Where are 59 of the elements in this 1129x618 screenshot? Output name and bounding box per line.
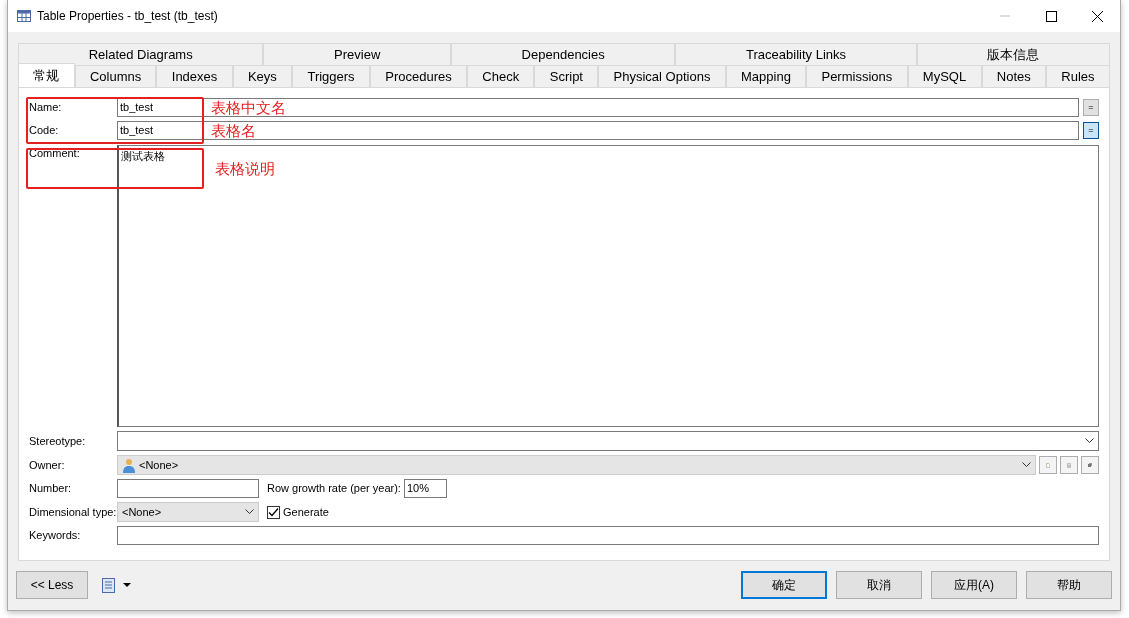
tab[interactable]: Indexes — [156, 65, 233, 87]
tab[interactable]: Triggers — [292, 65, 370, 87]
annotation-text: 表格说明 — [215, 159, 275, 179]
field-label: Name: — [29, 100, 63, 116]
dropdown-arrow-icon[interactable] — [123, 583, 131, 587]
tab[interactable]: Procedures — [369, 65, 467, 87]
close-icon[interactable] — [1091, 10, 1103, 22]
tab[interactable]: Traceability Links — [675, 43, 917, 65]
tab[interactable]: Related Diagrams — [18, 43, 264, 65]
tab[interactable]: Columns — [74, 65, 157, 87]
dialog-button[interactable]: 确定 — [741, 571, 827, 599]
dimensional-type-dropdown[interactable]: <None> — [117, 502, 259, 522]
maximize-icon[interactable] — [1045, 10, 1057, 22]
field-label: Comment: — [29, 146, 81, 161]
dropdown-value: <None> — [122, 504, 162, 520]
tab[interactable]: Script — [534, 65, 599, 87]
table-icon — [17, 10, 31, 22]
tab[interactable]: Notes — [981, 65, 1047, 87]
tab[interactable]: Mapping — [725, 65, 807, 87]
annotation-text: 表格名 — [211, 121, 258, 140]
less-button[interactable]: << Less — [16, 571, 88, 599]
tab[interactable]: MySQL — [907, 65, 982, 87]
checkbox-label: Generate — [283, 504, 329, 520]
tab[interactable]: Preview — [263, 43, 451, 65]
stereotype-dropdown[interactable] — [117, 431, 1099, 451]
growth-rate-field[interactable]: 10% — [403, 479, 447, 498]
window-title: Table Properties - tb_test (tb_test) — [37, 8, 218, 25]
annotation-text: 表格中文名 — [211, 98, 288, 117]
field-label: Number: — [29, 481, 73, 497]
tab[interactable]: 常规 — [18, 63, 75, 87]
field-label: Row growth rate (per year): — [267, 481, 401, 497]
field-label: Code: — [29, 123, 60, 139]
tab[interactable]: Physical Options — [598, 65, 726, 87]
tab[interactable]: Check — [467, 65, 535, 87]
tab[interactable]: Keys — [232, 65, 293, 87]
field-label: Owner: — [29, 457, 66, 473]
equals-button[interactable]: = — [1083, 122, 1099, 139]
dialog-button[interactable]: 应用(A) — [931, 571, 1017, 599]
tab[interactable]: Permissions — [806, 65, 908, 87]
tab[interactable]: Rules — [1046, 65, 1110, 87]
field-label: Keywords: — [29, 528, 82, 544]
field-label: Dimensional type: — [29, 504, 117, 520]
user-icon — [122, 457, 135, 473]
owner-value: <None> — [139, 457, 179, 473]
chevron-icon — [1022, 462, 1031, 468]
tab[interactable]: Dependencies — [450, 43, 676, 65]
code-field[interactable]: tb_test — [117, 121, 211, 140]
keywords-field[interactable] — [117, 526, 1099, 545]
equals-button[interactable]: = — [1083, 99, 1099, 116]
dialog-button[interactable]: 取消 — [836, 571, 922, 599]
number-field[interactable] — [117, 479, 259, 498]
tab[interactable]: 版本信息 — [916, 43, 1110, 65]
chevron-icon — [1085, 438, 1094, 444]
checkbox[interactable] — [267, 505, 280, 519]
owner-dropdown[interactable]: <None> — [117, 455, 1036, 475]
field-label: Stereotype: — [29, 433, 87, 449]
chevron-icon — [245, 509, 254, 515]
dialog-button[interactable]: 帮助 — [1026, 571, 1112, 599]
document-list-icon[interactable] — [102, 577, 115, 593]
